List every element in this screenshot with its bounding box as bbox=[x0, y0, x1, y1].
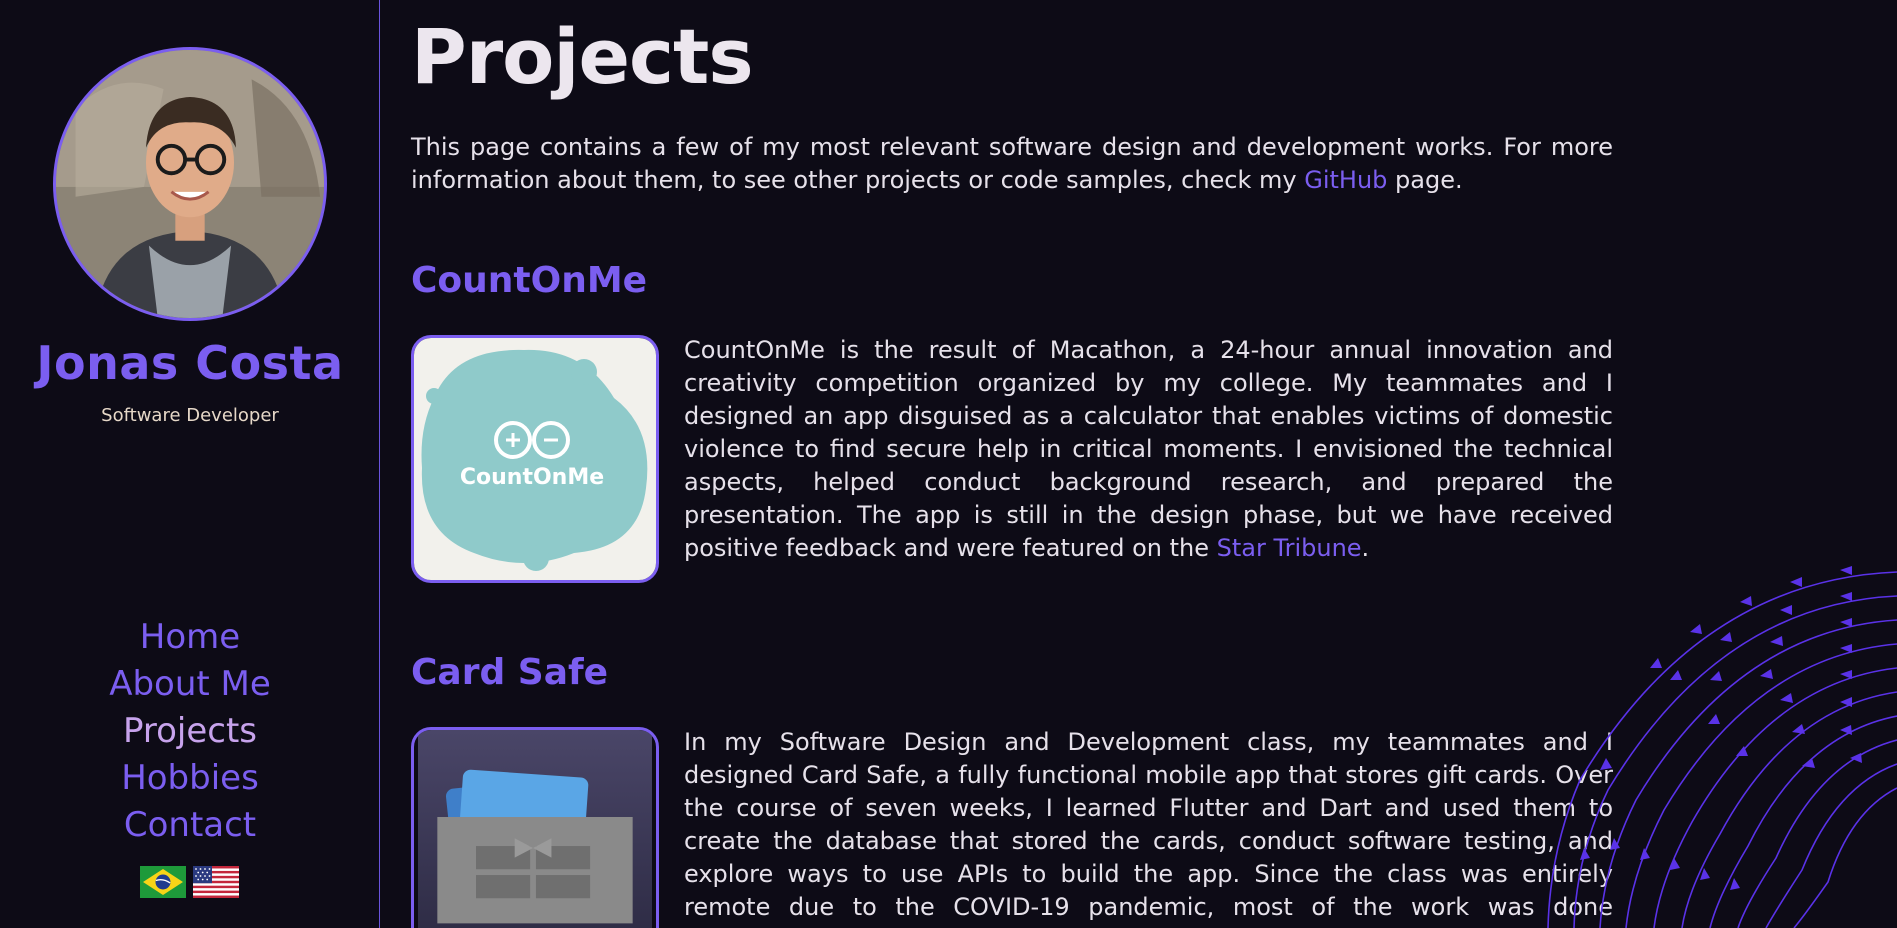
countonme-text: CountOnMe is the result of Macathon, a 2… bbox=[684, 336, 1613, 562]
countonme-logo: CountOnMe bbox=[414, 338, 656, 580]
main-nav: Home About Me Projects Hobbies Contact bbox=[0, 614, 380, 849]
language-switcher bbox=[140, 866, 239, 898]
intro-paragraph: This page contains a few of my most rele… bbox=[411, 131, 1613, 197]
us-flag-icon[interactable] bbox=[193, 866, 239, 898]
github-link[interactable]: GitHub bbox=[1304, 166, 1387, 194]
profile-photo bbox=[56, 50, 324, 318]
project-title-card-safe: Card Safe bbox=[411, 652, 609, 693]
intro-text-end: page. bbox=[1387, 166, 1463, 194]
project-title-countonme: CountOnMe bbox=[411, 260, 648, 301]
avatar bbox=[53, 47, 327, 321]
project-description-countonme: CountOnMe is the result of Macathon, a 2… bbox=[684, 334, 1613, 565]
page-title: Projects bbox=[411, 12, 754, 101]
card-safe-thumbnail bbox=[411, 727, 659, 928]
gift-box-icon bbox=[437, 817, 633, 924]
profile-name: Jonas Costa bbox=[36, 336, 344, 390]
countonme-logo-text: CountOnMe bbox=[460, 465, 604, 490]
decorative-swirl bbox=[1547, 566, 1897, 928]
brazil-flag-icon[interactable] bbox=[140, 866, 186, 898]
project-description-card-safe: In my Software Design and Development cl… bbox=[684, 728, 1613, 928]
star-tribune-link[interactable]: Star Tribune bbox=[1217, 534, 1362, 562]
card-safe-logo bbox=[418, 730, 652, 928]
sidebar: Jonas Costa Software Developer Home Abou… bbox=[0, 0, 380, 928]
nav-contact[interactable]: Contact bbox=[0, 802, 380, 849]
nav-about-me[interactable]: About Me bbox=[0, 661, 380, 708]
nav-home[interactable]: Home bbox=[0, 614, 380, 661]
countonme-text-end: . bbox=[1361, 534, 1370, 562]
nav-projects[interactable]: Projects bbox=[0, 708, 380, 755]
profile-role: Software Developer bbox=[101, 405, 279, 426]
nav-hobbies[interactable]: Hobbies bbox=[0, 755, 380, 802]
countonme-thumbnail: CountOnMe bbox=[411, 335, 659, 583]
